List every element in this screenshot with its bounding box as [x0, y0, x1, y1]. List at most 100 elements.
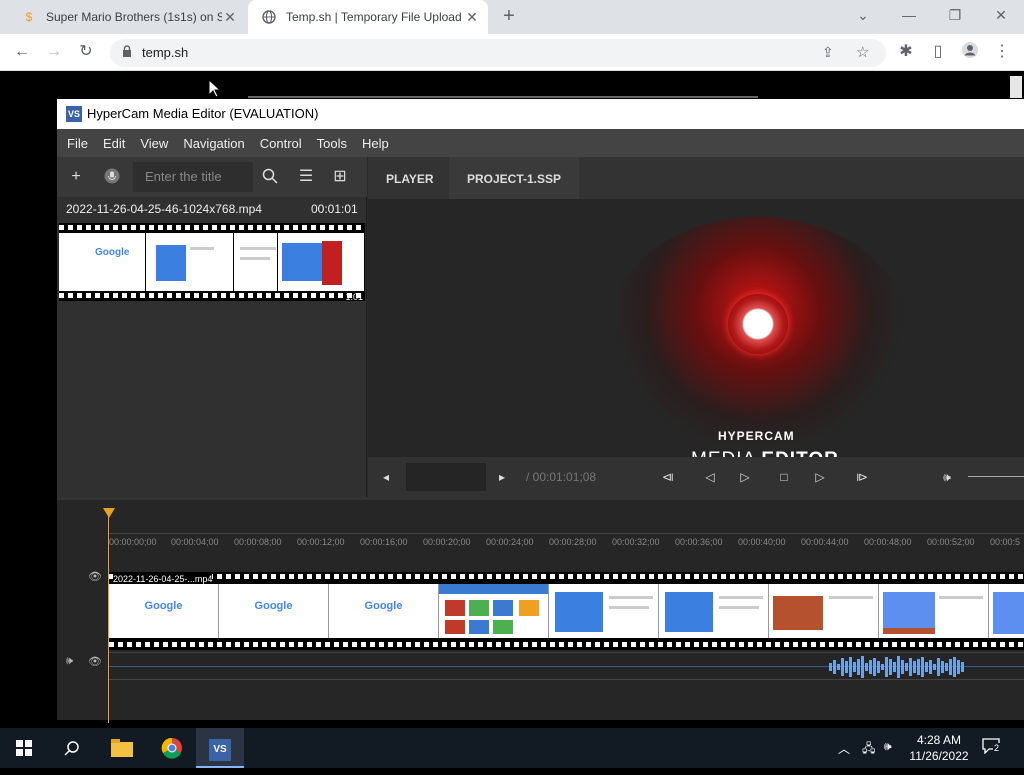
reload-icon[interactable]: ↻ — [74, 41, 98, 63]
waveform-bar — [893, 662, 896, 672]
volume-slider[interactable] — [968, 476, 1024, 477]
thumbnail-frame — [146, 233, 234, 291]
film-holes-top — [59, 223, 365, 233]
close-tab-icon[interactable]: ✕ — [464, 9, 480, 26]
timeline-ruler[interactable]: 00:00:00;00 00:00:04;00 00:00:08;00 00:0… — [109, 503, 1024, 547]
close-window-button[interactable]: ✕ — [978, 0, 1024, 30]
network-icon[interactable]: 🖧 — [862, 739, 875, 760]
ruler-tick-label: 00:00:5 — [990, 537, 1021, 547]
clip-frame: Google — [109, 584, 219, 638]
menu-help[interactable]: Help — [362, 136, 389, 151]
audio-track[interactable] — [109, 652, 1024, 680]
menu-control[interactable]: Control — [260, 136, 302, 151]
waveform-bar — [925, 662, 928, 672]
file-explorer-icon[interactable] — [98, 728, 146, 768]
close-tab-icon[interactable]: ✕ — [222, 9, 238, 26]
tab-project[interactable]: PROJECT-1.SSP — [449, 157, 580, 199]
taskbar-clock[interactable]: 4:28 AM 11/26/2022 — [906, 732, 972, 764]
windows-start-icon[interactable] — [0, 728, 48, 768]
waveform-bar — [937, 658, 940, 676]
prev-time-icon[interactable]: ◂ — [376, 467, 396, 487]
search-icon[interactable] — [261, 168, 279, 186]
video-track-clip[interactable]: 2022-11-26-04-25-...mp4 Google Google Go… — [109, 572, 1024, 650]
menu-file[interactable]: File — [67, 136, 88, 151]
tab-player[interactable]: PLAYER — [368, 157, 452, 199]
minimize-button[interactable]: — — [886, 0, 932, 30]
microphone-icon[interactable] — [103, 168, 121, 186]
waveform-bar — [945, 663, 948, 671]
ruler-tick-label: 00:00:28;00 — [549, 537, 597, 547]
waveform-bar — [877, 661, 880, 673]
video-track-visibility-icon[interactable]: 👁 — [88, 570, 102, 583]
audio-track-visibility-icon[interactable]: 👁 — [88, 655, 102, 668]
search-icon[interactable] — [48, 728, 96, 768]
stop-icon[interactable]: □ — [774, 467, 794, 487]
clock-date: 11/26/2022 — [909, 749, 969, 763]
ruler-tick-label: 00:00:40;00 — [738, 537, 786, 547]
audio-track-volume-icon[interactable]: 🕪 — [66, 655, 73, 668]
waveform-bar — [829, 663, 832, 671]
notification-count: 2 — [993, 743, 1001, 753]
play-icon[interactable]: ▷ — [735, 467, 755, 487]
title-search-input[interactable]: Enter the title — [133, 162, 253, 192]
film-holes-bottom — [59, 291, 365, 301]
notifications-icon[interactable]: 2 — [982, 738, 1004, 758]
new-tab-button[interactable]: + — [498, 5, 520, 27]
time-input[interactable] — [406, 463, 486, 491]
grid-view-icon[interactable]: ⊞ — [331, 168, 349, 186]
media-filename: 2022-11-26-04-25-46-1024x768.mp4 — [66, 202, 262, 216]
ruler-tick-label: 00:00:12;00 — [297, 537, 345, 547]
hypercam-taskbar-label: VS — [209, 739, 231, 761]
restore-button[interactable]: ❐ — [932, 0, 978, 30]
back-icon[interactable]: ← — [10, 41, 34, 63]
side-panel-icon[interactable]: ▯ — [926, 41, 950, 63]
frame-google-text: Google — [364, 600, 403, 612]
add-media-icon[interactable]: + — [67, 168, 85, 186]
waveform-bar — [913, 661, 916, 673]
bookmark-star-icon[interactable]: ☆ — [856, 43, 869, 61]
tab-search-icon[interactable]: ⌄ — [840, 0, 886, 30]
menu-navigation[interactable]: Navigation — [183, 136, 244, 151]
thumbnail-frame: Google — [59, 233, 147, 291]
volume-icon[interactable]: 🕪 — [937, 467, 957, 487]
ruler-tick-label: 00:00:00;00 — [109, 537, 157, 547]
clip-holes-bottom — [109, 640, 1024, 650]
clip-frame: Google — [329, 584, 439, 638]
forward-icon[interactable]: → — [42, 41, 66, 63]
chrome-menu-icon[interactable]: ⋮ — [990, 41, 1014, 63]
playhead-line[interactable] — [108, 508, 109, 723]
page-scrollbar[interactable] — [1010, 76, 1022, 98]
ruler-tick-label: 00:00:04;00 — [171, 537, 219, 547]
ruler-tick-label: 00:00:36;00 — [675, 537, 723, 547]
hypercam-taskbar-icon[interactable]: VS — [196, 728, 244, 768]
menu-edit[interactable]: Edit — [103, 136, 125, 151]
profile-avatar-icon[interactable] — [958, 41, 982, 63]
tab-temp-sh[interactable]: Temp.sh | Temporary File Upload ✕ — [248, 0, 488, 34]
waveform-bar — [845, 661, 848, 673]
ruler-tick-label: 00:00:08;00 — [234, 537, 282, 547]
playhead-handle[interactable] — [103, 508, 115, 518]
ruler-tick-label: 00:00:24;00 — [486, 537, 534, 547]
address-bar[interactable]: temp.sh ⇪ ☆ — [110, 39, 886, 67]
speaker-icon[interactable]: 🕪 — [884, 739, 892, 754]
menu-tools[interactable]: Tools — [317, 136, 347, 151]
step-forward-icon[interactable]: ▷ — [810, 467, 830, 487]
waveform-bar — [901, 660, 904, 674]
go-to-end-icon[interactable]: ⧐ — [852, 467, 872, 487]
menu-view[interactable]: View — [140, 136, 168, 151]
share-icon[interactable]: ⇪ — [822, 44, 834, 61]
tab-super-mario[interactable]: $ Super Mario Brothers (1s1s) on S ✕ — [8, 0, 246, 34]
chrome-icon[interactable] — [148, 728, 196, 768]
show-hidden-icons-icon[interactable]: ︿ — [838, 740, 850, 757]
lock-icon[interactable] — [122, 45, 132, 60]
waveform-bar — [865, 663, 868, 671]
step-back-icon[interactable]: ◁ — [700, 467, 720, 487]
ruler-tick-label: 00:00:20;00 — [423, 537, 471, 547]
player-tab-strip: PLAYER PROJECT-1.SSP — [368, 157, 1024, 199]
go-to-start-icon[interactable]: ⧏ — [658, 467, 678, 487]
next-time-icon[interactable]: ▸ — [492, 467, 512, 487]
media-thumbnail[interactable]: Google 1:01 — [59, 223, 365, 301]
list-view-icon[interactable]: ☰ — [297, 168, 315, 186]
extensions-icon[interactable]: ✱ — [894, 41, 918, 63]
app-title-bar[interactable]: VS HyperCam Media Editor (EVALUATION) — [57, 99, 1024, 129]
